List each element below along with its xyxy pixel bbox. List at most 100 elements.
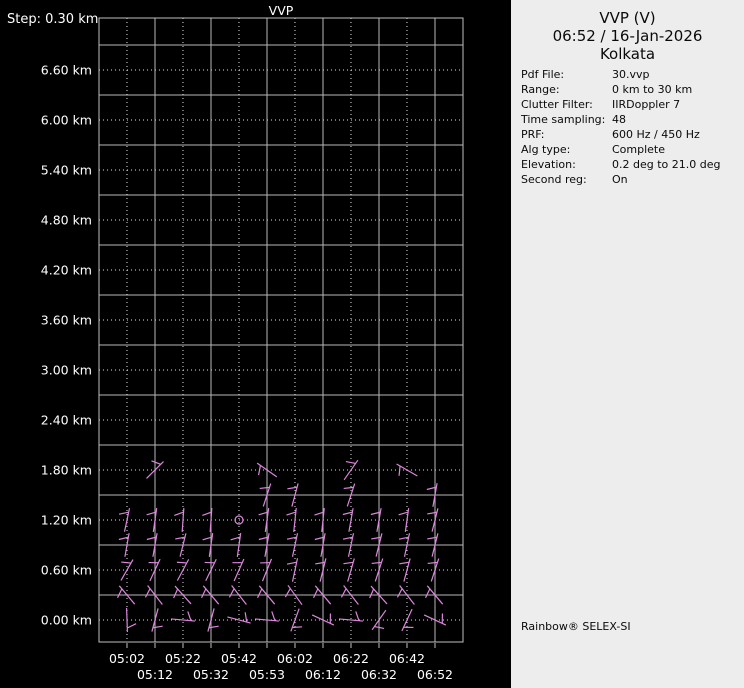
info-row: Range: 0 km to 30 km: [521, 82, 744, 97]
panel-product-title: VVP (V): [599, 9, 656, 27]
info-row: Alg type: Complete: [521, 142, 744, 157]
wind-barb: [342, 533, 355, 557]
wind-barb: [343, 459, 359, 481]
wind-barb: [396, 585, 415, 605]
wind-barb: [312, 585, 332, 605]
vvp-window: { "chart_data": { "type": "wind-barb-tim…: [0, 0, 744, 688]
y-axis-label: 2.40 km: [40, 412, 92, 428]
wind-barb: [290, 608, 303, 632]
x-axis-label: 06:42: [388, 651, 426, 666]
wind-barb: [176, 559, 190, 581]
info-value: 0 km to 30 km: [612, 83, 693, 96]
info-panel: VVP (V) 06:52 / 16-Jan-2026 Kolkata Pdf …: [511, 0, 744, 688]
y-axis-label: 6.00 km: [40, 112, 92, 128]
info-label: Clutter Filter:: [521, 98, 593, 111]
wind-barb: [118, 533, 130, 557]
wind-barb: [146, 460, 164, 479]
wind-barb: [174, 507, 185, 533]
info-label: Pdf File:: [521, 68, 565, 81]
wind-barb: [260, 558, 273, 582]
chart-title: VVP: [268, 3, 294, 18]
wind-barb: [369, 585, 388, 605]
wind-barb: [202, 507, 213, 533]
wind-barb: [284, 584, 303, 606]
y-axis-label: 1.80 km: [40, 462, 92, 478]
y-axis-label: 4.80 km: [40, 212, 92, 228]
info-rows: Pdf File: 30.vvp Range: 0 km to 30 km Clutte…: [521, 67, 744, 187]
x-axis-label: 05:42: [220, 651, 258, 666]
vvp-plot-canvas[interactable]: [0, 0, 511, 688]
wind-barb: [371, 609, 387, 631]
panel-title-block: VVP (V) 06:52 / 16-Jan-2026 Kolkata: [511, 0, 744, 63]
wind-barb: [227, 612, 251, 624]
x-axis-label: 06:22: [332, 651, 370, 666]
wind-barb: [338, 611, 364, 622]
wind-barb: [207, 608, 219, 632]
info-label: Second reg:: [521, 173, 587, 186]
y-axis-label: 1.20 km: [40, 512, 92, 528]
y-axis-label: 0.00 km: [40, 612, 92, 628]
wind-barb: [343, 558, 355, 582]
info-value: 0.2 deg to 21.0 deg: [612, 158, 721, 171]
wind-barb: [371, 533, 383, 557]
x-axis-label: 05:32: [192, 667, 230, 682]
info-value: 600 Hz / 450 Hz: [612, 128, 700, 141]
wind-barb: [340, 585, 359, 605]
wind-barb: [200, 585, 220, 605]
wind-barb: [343, 483, 356, 507]
wind-barb: [256, 462, 278, 478]
info-row: Second reg: On: [521, 172, 744, 187]
info-row: Elevation: 0.2 deg to 21.0 deg: [521, 157, 744, 172]
wind-barb: [232, 558, 245, 582]
panel-datetime: 06:52 / 16-Jan-2026: [552, 27, 703, 45]
wind-barb: [427, 533, 439, 557]
step-label: Step: 0.30 km: [7, 12, 99, 27]
wind-barb: [396, 463, 418, 477]
wind-barb: [173, 585, 192, 605]
wind-barb: [399, 558, 411, 582]
plot-frame: [98, 17, 464, 643]
info-value: On: [612, 173, 628, 186]
info-row: PRF: 600 Hz / 450 Hz: [521, 127, 744, 142]
y-axis-label: 6.60 km: [40, 62, 92, 78]
x-axis-label: 05:53: [248, 667, 286, 682]
x-axis-label: 06:02: [276, 651, 314, 666]
wind-barb: [371, 558, 384, 582]
wind-barb: [427, 558, 440, 582]
y-axis-label: 3.60 km: [40, 312, 92, 328]
wind-barb: [120, 559, 134, 581]
wind-barb: [151, 608, 163, 632]
y-axis-label: 0.60 km: [40, 562, 92, 578]
info-row: Pdf File: 30.vvp: [521, 67, 744, 82]
wind-barb: [287, 483, 299, 507]
branding-text: Rainbow® SELEX-SI: [521, 620, 631, 633]
wind-barb: [116, 585, 136, 605]
x-axis-label: 05:12: [136, 667, 174, 682]
x-axis-label: 06:12: [304, 667, 342, 682]
x-axis-label: 05:02: [108, 651, 146, 666]
wind-barb: [401, 608, 414, 632]
x-axis-label: 06:52: [416, 667, 454, 682]
wind-barb: [423, 613, 447, 626]
wind-barb: [256, 585, 276, 605]
wind-barb: [148, 558, 161, 582]
wind-barb: [204, 558, 217, 582]
info-label: PRF:: [521, 128, 545, 141]
info-value: 48: [612, 113, 626, 126]
x-axis-label: 05:22: [164, 651, 202, 666]
panel-site-name: Kolkata: [599, 45, 656, 63]
info-row: Time sampling: 48: [521, 112, 744, 127]
wind-barb: [315, 558, 327, 582]
info-value: Complete: [612, 143, 666, 156]
wind-barb: [170, 611, 196, 622]
wind-barb: [427, 508, 439, 532]
info-label: Elevation:: [521, 158, 576, 171]
info-value: 30.vvp: [612, 68, 650, 81]
wind-barb: [228, 585, 247, 605]
wind-barb: [259, 483, 272, 507]
wind-barb: [144, 585, 163, 605]
wind-barb: [424, 585, 444, 605]
wind-barb: [286, 533, 299, 557]
y-axis-label: 3.00 km: [40, 362, 92, 378]
y-axis-label: 4.20 km: [40, 262, 92, 278]
